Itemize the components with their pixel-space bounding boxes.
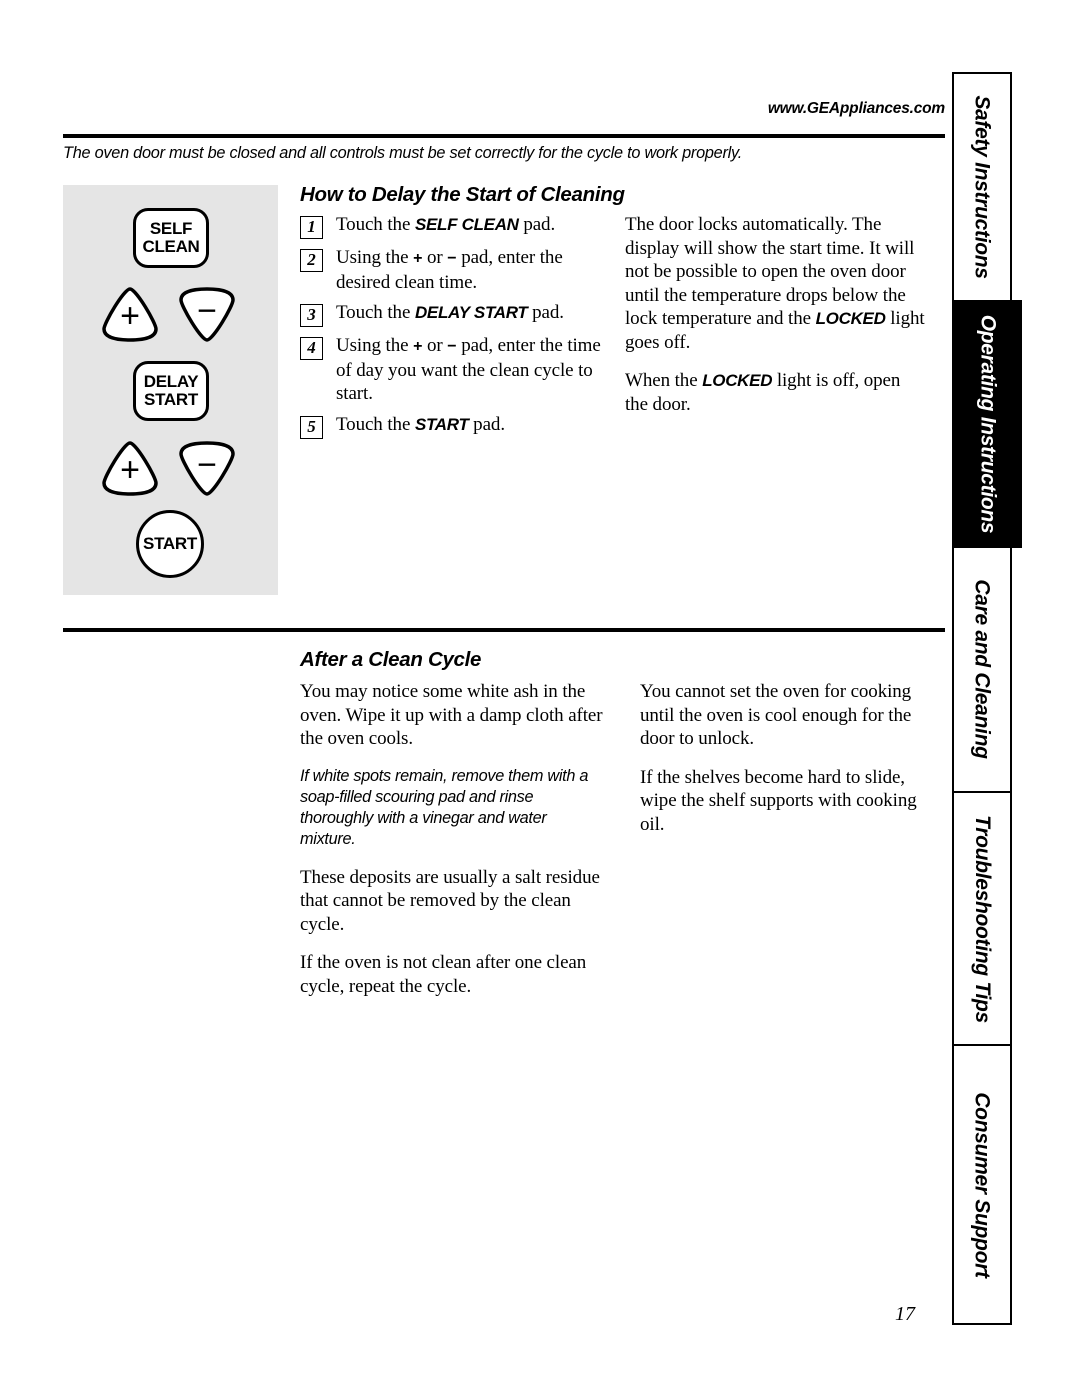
after-section-right-column: You cannot set the oven for cooking unti… (640, 680, 930, 851)
website-url: www.GEAppliances.com (767, 100, 945, 117)
paragraph-white-spots-note: If white spots remain, remove them with … (300, 766, 589, 848)
step-text: Touch the SELF CLEAN pad. (336, 214, 556, 235)
plus-symbol: + (120, 297, 140, 335)
list-item: 1 Touch the SELF CLEAN pad. (300, 213, 610, 239)
section-divider-rule (63, 628, 945, 632)
page-number: 17 (895, 1303, 915, 1325)
paragraph-white-ash: You may notice some white ash in the ove… (300, 681, 603, 749)
oven-control-panel-diagram: SELF CLEAN + − DELAY START + − START (63, 185, 278, 595)
tab-label: Consumer Support (971, 1091, 994, 1278)
minus-symbol: − (197, 446, 217, 484)
paragraph-cannot-set-oven: You cannot set the oven for cooking unti… (640, 681, 912, 749)
paragraph-repeat-cycle: If the oven is not clean after one clean… (300, 952, 587, 997)
tab-safety-instructions[interactable]: Safety Instructions (952, 72, 1012, 302)
self-clean-pad[interactable]: SELF CLEAN (133, 208, 209, 268)
tab-label: Care and Cleaning (971, 579, 994, 759)
list-item: 3 Touch the DELAY START pad. (300, 301, 610, 327)
paragraph-door-lock: The door locks automatically. The displa… (625, 214, 925, 353)
paragraph-shelf-supports: If the shelves become hard to slide, wip… (640, 766, 917, 835)
list-item: 5 Touch the START pad. (300, 413, 610, 439)
plus-symbol: + (120, 451, 140, 489)
tab-consumer-support[interactable]: Consumer Support (952, 1044, 1012, 1325)
intro-statement: The oven door must be closed and all con… (63, 144, 742, 162)
tab-label: Operating Instructions (976, 314, 999, 533)
step-number: 1 (300, 216, 323, 239)
step-text: Touch the DELAY START pad. (336, 302, 564, 323)
self-clean-pad-label-line1: SELF (149, 219, 193, 238)
section-tab-rail: Safety Instructions Operating Instructio… (952, 72, 1022, 1330)
delay-steps-list: 1 Touch the SELF CLEAN pad. 2 Using the … (300, 213, 610, 446)
step-number: 3 (300, 304, 323, 327)
step-number: 5 (300, 415, 323, 439)
after-clean-cycle-heading: After a Clean Cycle (300, 648, 482, 671)
tab-operating-instructions[interactable]: Operating Instructions (952, 299, 1022, 548)
delay-start-pad-label-line1: DELAY (143, 372, 199, 391)
delay-section-heading: How to Delay the Start of Cleaning (300, 183, 625, 206)
header-divider-rule (63, 134, 945, 138)
delay-start-pad-label-line2: START (144, 390, 198, 409)
clean-time-plus-pad[interactable]: + (98, 285, 162, 343)
page-header: www.GEAppliances.com (63, 100, 945, 118)
list-item: 4 Using the + or − pad, enter the time o… (300, 334, 610, 406)
after-section-left-column: You may notice some white ash in the ove… (300, 680, 605, 1013)
step-text: Using the + or − pad, enter the time of … (336, 335, 601, 404)
step-number: 4 (300, 337, 323, 360)
paragraph-salt-residue: These deposits are usually a salt residu… (300, 866, 600, 935)
delay-section-right-column: The door locks automatically. The displa… (625, 213, 925, 431)
step-text: Touch the START pad. (336, 413, 505, 435)
list-item: 2 Using the + or − pad, enter the desire… (300, 246, 610, 294)
paragraph-locked-light-off: When the LOCKED light is off, open the d… (625, 370, 901, 415)
delay-time-minus-pad[interactable]: − (175, 439, 239, 497)
delay-time-plus-pad[interactable]: + (98, 439, 162, 497)
step-text: Using the + or − pad, enter the desired … (336, 247, 563, 293)
start-pad[interactable]: START (136, 510, 204, 578)
delay-start-pad[interactable]: DELAY START (133, 361, 209, 421)
tab-label: Safety Instructions (971, 95, 994, 279)
minus-symbol: − (197, 292, 217, 330)
tab-care-and-cleaning[interactable]: Care and Cleaning (952, 545, 1012, 793)
tab-label: Troubleshooting Tips (971, 814, 995, 1023)
clean-time-minus-pad[interactable]: − (175, 285, 239, 343)
start-pad-label: START (143, 534, 197, 553)
self-clean-pad-label-line2: CLEAN (142, 237, 200, 256)
tab-troubleshooting-tips[interactable]: Troubleshooting Tips (952, 790, 1012, 1047)
step-number: 2 (300, 249, 323, 272)
